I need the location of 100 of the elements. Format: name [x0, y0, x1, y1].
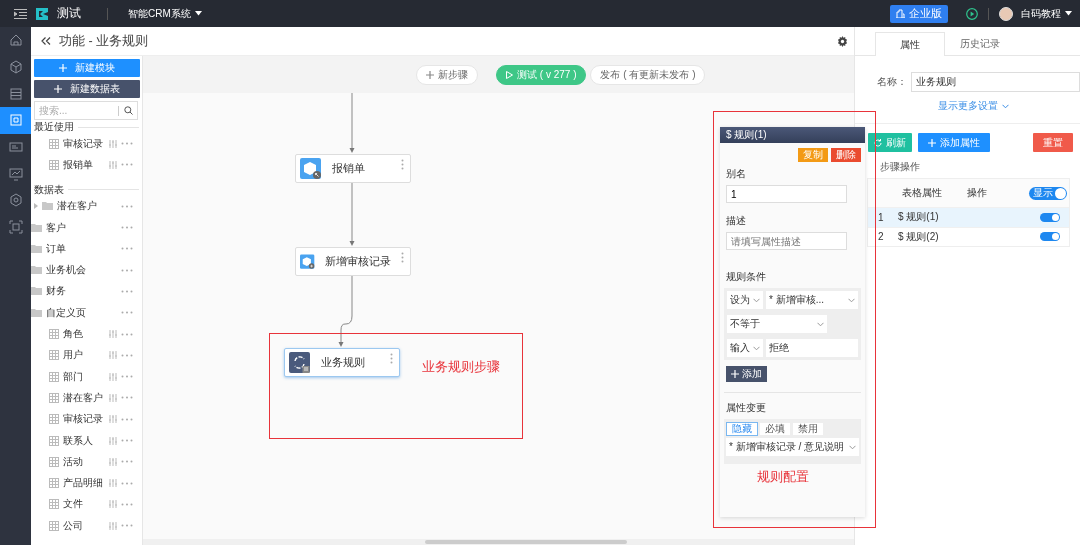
folder-item[interactable]: 客户 — [46, 220, 117, 235]
tab[interactable]: 历史记录 — [945, 32, 1015, 55]
caret-icon — [194, 11, 202, 16]
table-item[interactable]: 审核记录 — [63, 412, 105, 427]
more-icon[interactable] — [121, 204, 133, 208]
sliders-icon[interactable] — [109, 139, 117, 148]
system-dropdown[interactable]: 智能CRM系统 — [128, 6, 202, 21]
user-menu[interactable]: 白码教程 — [1021, 6, 1072, 21]
new-table-button[interactable]: 新建数据表 — [34, 80, 140, 98]
annotation-label: 规则配置 — [757, 468, 809, 486]
table-row[interactable]: 1 $ 规则(1) — [868, 207, 1069, 227]
select-field[interactable]: 输入 — [727, 339, 763, 357]
more-icon[interactable] — [121, 332, 133, 336]
toggle-switch[interactable] — [1040, 212, 1060, 222]
more-icon[interactable] — [401, 159, 404, 170]
more-icon[interactable] — [401, 252, 404, 263]
tab[interactable]: 属性 — [875, 32, 945, 56]
sliders-icon[interactable] — [109, 351, 117, 360]
more-icon[interactable] — [121, 142, 133, 146]
scrollbar[interactable] — [143, 539, 854, 545]
search-icon[interactable] — [124, 106, 133, 115]
table-item[interactable]: 部门 — [63, 369, 105, 384]
folder-item[interactable]: 潜在客户 — [57, 199, 117, 214]
sliders-icon[interactable] — [109, 500, 117, 509]
sliders-icon[interactable] — [109, 479, 117, 488]
field-label: 属性变更 — [726, 401, 767, 415]
name-field[interactable]: 业务规则 — [911, 72, 1080, 92]
table-item[interactable]: 联系人 — [63, 433, 105, 448]
more-icon[interactable] — [121, 311, 133, 315]
flow-node[interactable]: 业务规则 — [284, 348, 400, 377]
more-icon[interactable] — [121, 481, 133, 485]
input-field[interactable]: 拒绝 — [766, 339, 858, 357]
folder-item[interactable]: 财务 — [46, 284, 117, 299]
table-item[interactable]: 用户 — [63, 348, 105, 363]
more-icon[interactable] — [121, 268, 133, 272]
back-icon[interactable] — [41, 37, 51, 45]
plus-icon — [59, 64, 67, 72]
more-icon[interactable] — [121, 289, 133, 293]
more-icon[interactable] — [121, 417, 133, 421]
refresh-icon — [874, 138, 882, 147]
more-icon[interactable] — [121, 247, 133, 251]
menu-icon[interactable] — [14, 8, 27, 19]
table-item[interactable]: 报销单 — [63, 157, 105, 172]
tab[interactable]: 必填 — [759, 422, 791, 436]
sliders-icon[interactable] — [109, 393, 117, 402]
select-field[interactable]: * 新增审核记录 / 意见说明 — [726, 438, 859, 456]
tab[interactable]: 禁用 — [792, 422, 824, 436]
more-icon[interactable] — [121, 502, 133, 506]
more-settings-link[interactable]: 显示更多设置 — [861, 98, 1080, 114]
connector — [349, 182, 355, 246]
sliders-icon[interactable] — [109, 521, 117, 530]
publish-button[interactable]: 发布 ( 有更新未发布 ) — [590, 64, 706, 85]
more-icon[interactable] — [121, 524, 133, 528]
table-item[interactable]: 公司 — [63, 518, 105, 533]
more-icon[interactable] — [121, 439, 133, 442]
expand-icon[interactable] — [34, 203, 38, 210]
more-icon[interactable] — [121, 396, 133, 400]
panel-title: $ 规则(1) — [720, 127, 865, 143]
folder-item[interactable]: 自定义页 — [46, 305, 117, 320]
more-icon[interactable] — [121, 375, 133, 379]
delete-button[interactable]: 删除 — [831, 148, 861, 162]
table-row[interactable]: 2 $ 规则(2) — [868, 226, 1069, 246]
search-field[interactable]: 搜索... — [34, 101, 138, 120]
tab[interactable]: 隐藏 — [726, 422, 758, 436]
alias-field[interactable]: 1 — [726, 185, 847, 203]
table-item[interactable]: 活动 — [63, 454, 105, 469]
nav-button[interactable] — [0, 107, 31, 134]
table-item[interactable]: 潜在客户 — [63, 390, 105, 405]
more-icon[interactable] — [121, 163, 133, 167]
sliders-icon[interactable] — [109, 436, 117, 445]
table-item[interactable]: 审核记录 — [63, 136, 105, 151]
table-item[interactable]: 产品明细 — [63, 476, 105, 491]
sliders-icon[interactable] — [109, 160, 117, 169]
more-icon[interactable] — [121, 460, 133, 464]
select-field[interactable]: * 新增审核... — [766, 291, 858, 309]
toggle-switch[interactable] — [1040, 232, 1060, 242]
sliders-icon[interactable] — [109, 330, 117, 338]
more-icon[interactable] — [390, 353, 393, 364]
new-step-button[interactable]: 新步骤 — [416, 64, 478, 85]
flow-node[interactable]: 报销单 — [295, 154, 411, 183]
toggle-switch[interactable]: 显示 — [1029, 186, 1067, 200]
select-field[interactable]: 不等于 — [727, 315, 827, 333]
avatar[interactable] — [999, 6, 1013, 21]
sliders-icon[interactable] — [109, 457, 117, 466]
description-field[interactable]: 请填写属性描述 — [726, 232, 847, 250]
sliders-icon[interactable] — [109, 415, 117, 424]
edition-button[interactable]: 企业版 — [890, 4, 948, 23]
table-item[interactable]: 角色 — [63, 327, 105, 341]
flow-node[interactable]: 新增审核记录 — [295, 247, 411, 276]
play-icon[interactable] — [966, 7, 978, 20]
folder-item[interactable]: 业务机会 — [46, 263, 117, 278]
add-button[interactable]: 添加 — [726, 366, 767, 382]
table-icon — [49, 371, 59, 382]
select-field[interactable]: 设为 — [727, 291, 763, 309]
more-icon[interactable] — [121, 353, 133, 357]
sliders-icon[interactable] — [109, 372, 117, 381]
more-icon[interactable] — [121, 226, 133, 230]
settings-icon[interactable] — [837, 35, 848, 47]
table-item[interactable]: 文件 — [63, 497, 105, 512]
folder-item[interactable]: 订单 — [46, 241, 117, 256]
